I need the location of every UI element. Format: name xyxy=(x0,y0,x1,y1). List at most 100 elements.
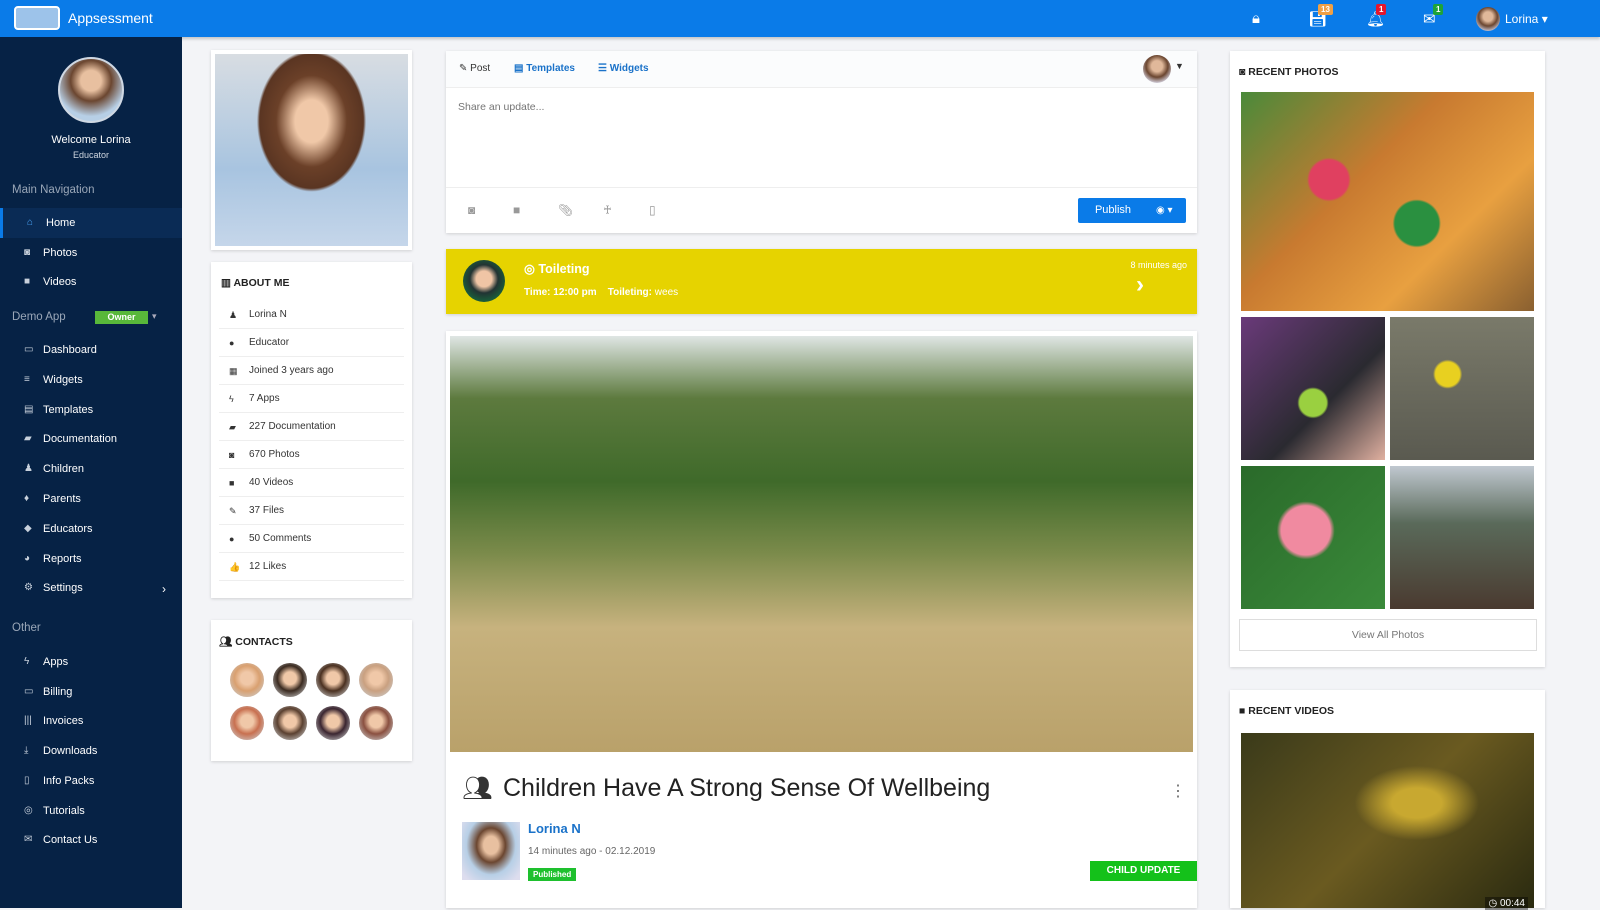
child-icon[interactable]: ♰ xyxy=(603,203,612,217)
sidebar-item-widgets[interactable]: ≡ Widgets xyxy=(0,365,182,395)
sidebar-item-videos[interactable]: ■ Videos xyxy=(0,267,182,297)
user-name: Lorina xyxy=(1505,12,1539,26)
publish-label: Publish xyxy=(1094,204,1132,216)
post-title: Children Have A Strong Sense Of Wellbein… xyxy=(503,774,991,802)
sidebar-item-settings[interactable]: ⚙ Settings xyxy=(0,573,182,603)
video-duration-text: 00:44 xyxy=(1499,898,1525,909)
toileting-card[interactable]: ◎ Toileting Time: 12:00 pm Toileting: we… xyxy=(446,249,1197,314)
save-badge: 13 xyxy=(1318,4,1333,15)
sidebar-item-children[interactable]: ♟ Children xyxy=(0,454,182,484)
sidebar-item-home[interactable]: ⌂ Home xyxy=(0,208,182,238)
sidebar-item-templates[interactable]: ▤ Templates xyxy=(0,395,182,425)
tab-widgets[interactable]: ☰ Widgets xyxy=(598,63,649,74)
contact-avatar[interactable] xyxy=(230,663,264,697)
sidebar-item-label: Contact Us xyxy=(43,834,98,847)
contact-avatar[interactable] xyxy=(316,663,350,697)
document-icon[interactable]: ▯ xyxy=(649,203,656,217)
photo-thumbnail[interactable] xyxy=(1241,466,1385,609)
contact-avatar[interactable] xyxy=(359,663,393,697)
photo-thumbnail[interactable] xyxy=(1241,92,1534,311)
caret-down-icon[interactable]: ▾ xyxy=(152,311,157,322)
contact-avatar[interactable] xyxy=(316,706,350,740)
mail-icon[interactable]: ✉ 1 xyxy=(1423,4,1444,28)
view-all-photos-button[interactable]: View All Photos xyxy=(1239,619,1537,651)
about-row-icon: ▦ xyxy=(229,366,238,376)
recent-videos-card: ■ RECENT VIDEOS ◷ 00:44 xyxy=(1230,690,1545,910)
sidebar-item-apps[interactable]: ϟ Apps xyxy=(0,647,182,677)
author-name[interactable]: Lorina N xyxy=(528,821,581,836)
video-icon[interactable]: ■ xyxy=(513,203,520,217)
brand-name[interactable]: Appsessment xyxy=(68,10,153,26)
parents-icon: ♦ xyxy=(24,493,30,504)
sidebar-item-label: Photos xyxy=(43,246,78,259)
welcome-text: Welcome Lorina xyxy=(51,134,131,146)
sidebar-item-photos[interactable]: ◙ Photos xyxy=(0,238,182,268)
section-other: Other xyxy=(12,622,41,634)
sidebar-item-label: Reports xyxy=(43,552,82,565)
sidebar-item-info-packs[interactable]: ▯ Info Packs xyxy=(0,766,182,796)
photo-thumbnail[interactable] xyxy=(1390,466,1534,609)
caret-down-icon[interactable]: ▼ xyxy=(1175,61,1184,71)
logo[interactable] xyxy=(14,6,60,30)
user-avatar[interactable] xyxy=(1476,7,1500,31)
about-row-icon: ▰ xyxy=(229,422,236,432)
save-icon[interactable]: 💾︎ 13 xyxy=(1308,4,1333,28)
sidebar-item-educators[interactable]: ◆ Educators xyxy=(0,514,182,544)
sidebar-item-billing[interactable]: ▭ Billing xyxy=(0,677,182,707)
profile-photo-card xyxy=(211,50,412,250)
sidebar-item-label: Downloads xyxy=(43,745,98,758)
about-row-icon: ♟ xyxy=(229,310,238,320)
sidebar-item-parents[interactable]: ♦ Parents xyxy=(0,484,182,514)
profile-photo[interactable] xyxy=(215,54,408,246)
sidebar-item-invoices[interactable]: ||| Invoices xyxy=(0,706,182,736)
contact-avatar[interactable] xyxy=(359,706,393,740)
recent-photos-title-text: RECENT PHOTOS xyxy=(1248,66,1339,78)
photo-thumbnail[interactable] xyxy=(1241,317,1385,460)
globe-icon[interactable]: ◉ ▾ xyxy=(1156,198,1173,223)
bell-icon[interactable]: 🔔︎ 1 xyxy=(1366,4,1387,28)
publish-button[interactable]: Publish ◉ ▾ xyxy=(1078,198,1186,223)
mail-badge: 1 xyxy=(1433,4,1444,15)
more-options-icon[interactable]: ⋮ xyxy=(1170,781,1186,801)
tab-post[interactable]: ✎ Post xyxy=(459,63,490,74)
children-icon: ♟ xyxy=(24,463,33,475)
chevron-right-icon[interactable]: › xyxy=(162,582,166,596)
about-row: ▦ Joined 3 years ago xyxy=(219,357,404,385)
toileting-detail-value: wees xyxy=(654,287,679,298)
sidebar-item-documentation[interactable]: ▰ Documentation xyxy=(0,424,182,454)
video-thumbnail[interactable]: ◷ 00:44 xyxy=(1241,733,1534,910)
sidebar-item-reports[interactable]: ◕ Reports xyxy=(0,544,182,574)
dashboard-icon: ▭ xyxy=(24,344,34,355)
paperclip-icon[interactable]: 📎︎ xyxy=(558,203,573,217)
user-role: Educator xyxy=(72,150,110,160)
post-photo[interactable] xyxy=(450,336,1193,752)
contact-avatar[interactable] xyxy=(273,706,307,740)
toileting-time: Time: 12:00 pm xyxy=(524,287,597,298)
sidebar-item-dashboard[interactable]: ▭ Dashboard xyxy=(0,335,182,365)
video-icon: ■ xyxy=(24,276,31,288)
contact-avatar[interactable] xyxy=(273,663,307,697)
sidebar-item-tutorials[interactable]: ◎ Tutorials xyxy=(0,796,182,826)
sidebar-item-label: Parents xyxy=(43,493,81,505)
toileting-time-ago: 8 minutes ago xyxy=(1130,260,1187,270)
camera-icon[interactable]: ◙ xyxy=(468,203,475,217)
tab-templates[interactable]: ▤ Templates xyxy=(514,63,575,74)
photo-thumbnail[interactable] xyxy=(1390,317,1534,460)
lock-icon[interactable]: 🔒︎ xyxy=(1252,10,1260,27)
author-avatar[interactable] xyxy=(462,822,520,880)
sidebar-item-contact-us[interactable]: ✉ Contact Us xyxy=(0,825,182,855)
contact-avatar[interactable] xyxy=(230,706,264,740)
audience-avatar[interactable] xyxy=(1143,55,1171,83)
sidebar-item-label: Videos xyxy=(43,276,77,289)
about-row-text: 37 Files xyxy=(249,505,285,516)
about-row: ■ 40 Videos xyxy=(219,469,404,497)
chevron-right-icon[interactable]: › xyxy=(1136,271,1144,299)
about-row-icon: ● xyxy=(229,534,235,544)
child-update-tag[interactable]: CHILD UPDATE xyxy=(1090,861,1197,881)
downloads-icon: ⤓ xyxy=(24,745,29,757)
about-me-title: ▥ ABOUT ME xyxy=(221,277,289,289)
share-update-input[interactable] xyxy=(458,101,1178,181)
sidebar-item-downloads[interactable]: ⤓ Downloads xyxy=(0,736,182,766)
user-menu[interactable]: Lorina ▾ xyxy=(1505,12,1548,26)
recent-videos-title: ■ RECENT VIDEOS xyxy=(1239,705,1334,717)
